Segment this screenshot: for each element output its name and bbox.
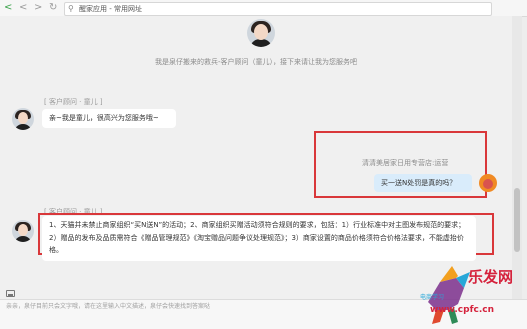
forward-icon[interactable]: > <box>34 2 42 14</box>
address-bar[interactable]: ⚲ 醒家应用 - 常用网址 <box>64 2 492 16</box>
back-icon-secondary[interactable]: < <box>19 2 27 14</box>
watermark-title: 乐发网 <box>468 268 514 286</box>
agent-message-bubble: 亲~我是童儿，很高兴为您服务哦~ <box>42 109 176 128</box>
customer-avatar <box>479 174 497 192</box>
advisor-header-avatar <box>247 19 275 47</box>
watermark-slogan: 电商学习 <box>420 294 445 301</box>
agent-label: [ 客户顾问 · 童儿 ] <box>44 98 103 106</box>
image-upload-icon[interactable] <box>6 290 15 297</box>
customer-label: 清清美居家日用专营店:运营 <box>362 159 449 167</box>
address-text: 醒家应用 - 常用网址 <box>79 5 142 13</box>
scrollbar-thumb[interactable] <box>514 188 520 252</box>
browser-toolbar: < < > ↻ ⚲ 醒家应用 - 常用网址 <box>0 0 527 17</box>
customer-message-bubble: 买一送N处罚是真的吗？ <box>374 174 472 192</box>
input-hint: 亲亲，泉仔目前只会文字哦，请在这里输入中文描述，泉仔会快速找到答案哒 <box>6 303 211 310</box>
system-message: 我是泉仔搬来的救兵-客户顾问（童儿），接下来请让我为您服务吧 <box>154 58 358 66</box>
chat-scrollbar[interactable] <box>512 16 522 299</box>
agent-answer-bubble: 1、天猫并未禁止商家组织“买N送N”的活动；2、商家组织买赠活动须符合规则的要求… <box>42 216 476 261</box>
agent-avatar <box>12 108 34 130</box>
agent-avatar <box>12 220 34 242</box>
search-icon: ⚲ <box>68 4 74 13</box>
back-icon[interactable]: < <box>4 2 12 14</box>
refresh-icon[interactable]: ↻ <box>49 2 57 14</box>
watermark-url: www.cpfc.cn <box>430 305 494 315</box>
